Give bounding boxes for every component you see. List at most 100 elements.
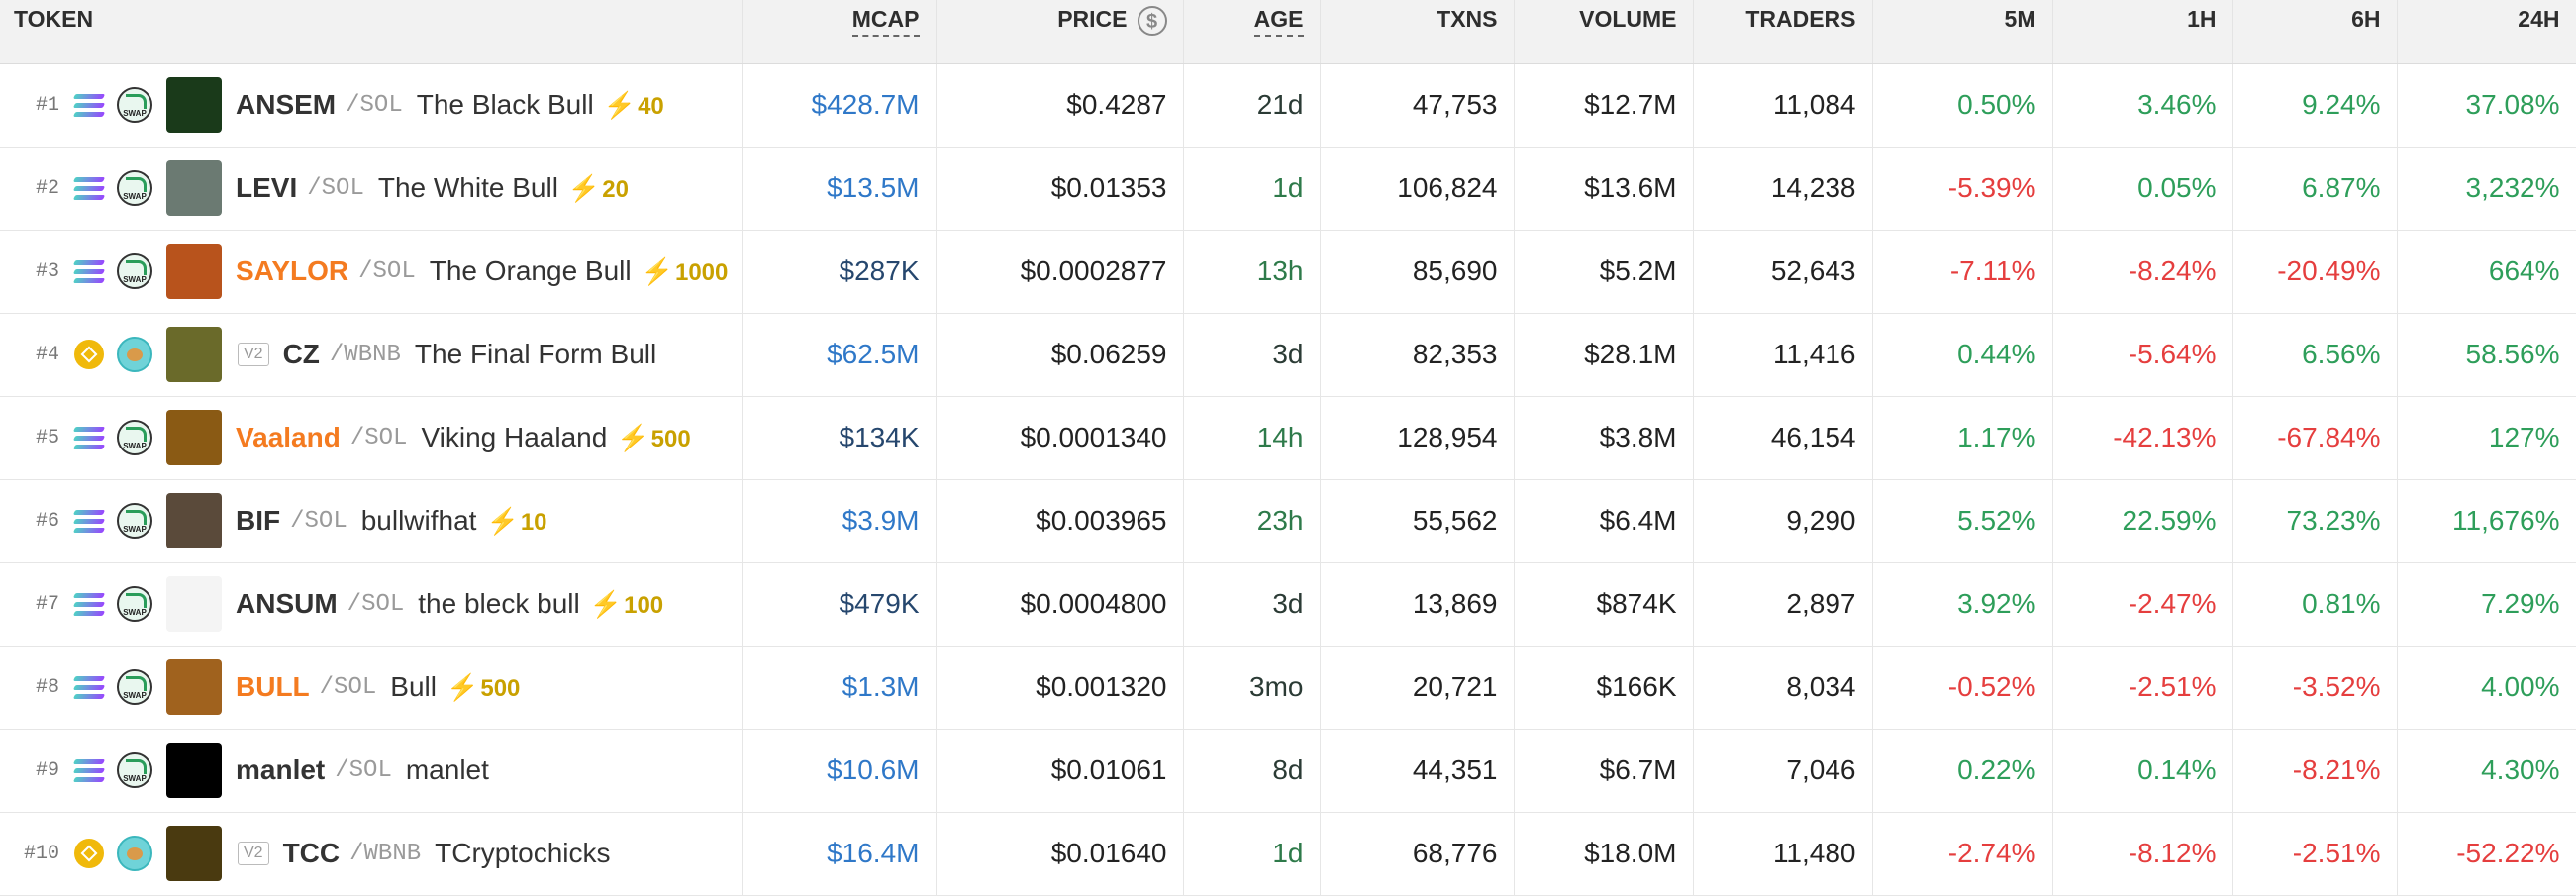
age-value: 13h — [1183, 230, 1321, 314]
token-table: TOKEN MCAP PRICE $ AGE TXNS VOLUME TRADER… — [0, 0, 2576, 896]
token-cell[interactable]: #8 SWAP BULL/SOL Bull ⚡500 — [0, 646, 743, 730]
txns-value: 68,776 — [1320, 812, 1515, 896]
table-row[interactable]: #10 V2 TCC/WBNB TCryptochicks $16.4M $0.01640… — [0, 812, 2576, 896]
rank-label: #2 — [35, 176, 59, 200]
table-row[interactable]: #2 SWAP LEVI/SOL The White Bull ⚡20 $13.5M $0.… — [0, 147, 2576, 231]
token-symbol: manlet — [236, 754, 326, 785]
usd-circle-icon[interactable]: $ — [1137, 6, 1167, 36]
mcap-value[interactable]: $479K — [742, 562, 937, 647]
boost-badge: ⚡500 — [446, 671, 521, 702]
column-header-token[interactable]: TOKEN — [0, 0, 743, 64]
txns-value: 55,562 — [1320, 479, 1515, 563]
boost-badge: ⚡40 — [603, 89, 664, 120]
swap-dex-icon: SWAP — [117, 752, 152, 788]
mcap-value[interactable]: $3.9M — [742, 479, 937, 563]
column-header-5m[interactable]: 5M — [1872, 0, 2053, 64]
table-row[interactable]: #5 SWAP Vaaland/SOL Viking Haaland ⚡500 $134K… — [0, 396, 2576, 480]
mcap-value[interactable]: $287K — [742, 230, 937, 314]
token-cell[interactable]: #9 SWAP manlet/SOL manlet — [0, 729, 743, 813]
change-24h-value: 11,676% — [2397, 479, 2576, 563]
traders-value: 46,154 — [1693, 396, 1873, 480]
token-avatar — [166, 493, 222, 548]
token-cell[interactable]: #3 SWAP SAYLOR/SOL The Orange Bull ⚡1000 — [0, 230, 743, 314]
token-symbol: SAYLOR — [236, 255, 349, 286]
token-name: Viking Haaland — [421, 422, 608, 452]
table-row[interactable]: #8 SWAP BULL/SOL Bull ⚡500 $1.3M $0.001320 3mo 2… — [0, 646, 2576, 730]
solana-chain-icon — [71, 503, 107, 539]
token-avatar — [166, 77, 222, 133]
change-6h-value: 6.87% — [2232, 147, 2398, 231]
token-name: The Final Form Bull — [414, 339, 657, 369]
token-cell[interactable]: #4 V2 CZ/WBNB The Final Form Bull — [0, 313, 743, 397]
lightning-bolt-icon: ⚡ — [603, 89, 637, 120]
price-value: $0.0001340 — [936, 396, 1184, 480]
change-6h-value: -8.21% — [2232, 729, 2398, 813]
txns-value: 82,353 — [1320, 313, 1515, 397]
quote-pair: /SOL — [358, 257, 416, 285]
traders-value: 11,084 — [1693, 63, 1873, 148]
table-row[interactable]: #7 SWAP ANSUM/SOL the bleck bull ⚡100 $479K $0… — [0, 562, 2576, 647]
change-5m-value: -0.52% — [1872, 646, 2053, 730]
token-cell[interactable]: #10 V2 TCC/WBNB TCryptochicks — [0, 812, 743, 896]
mcap-value[interactable]: $62.5M — [742, 313, 937, 397]
change-24h-value: 37.08% — [2397, 63, 2576, 148]
column-header-volume[interactable]: VOLUME — [1514, 0, 1694, 64]
table-row[interactable]: #9 SWAP manlet/SOL manlet $10.6M $0.01061 8d 44… — [0, 729, 2576, 813]
mcap-value[interactable]: $428.7M — [742, 63, 937, 148]
mcap-value[interactable]: $10.6M — [742, 729, 937, 813]
change-6h-value: -3.52% — [2232, 646, 2398, 730]
txns-value: 44,351 — [1320, 729, 1515, 813]
boost-badge: ⚡100 — [589, 588, 664, 619]
column-header-traders[interactable]: TRADERS — [1693, 0, 1873, 64]
token-name: TCryptochicks — [435, 838, 611, 868]
token-cell[interactable]: #6 SWAP BIF/SOL bullwifhat ⚡10 — [0, 479, 743, 563]
change-1h-value: 0.05% — [2052, 147, 2233, 231]
age-value: 3d — [1183, 562, 1321, 647]
traders-value: 8,034 — [1693, 646, 1873, 730]
column-header-mcap[interactable]: MCAP — [742, 0, 937, 64]
table-row[interactable]: #6 SWAP BIF/SOL bullwifhat ⚡10 $3.9M $0.003965… — [0, 479, 2576, 563]
token-cell[interactable]: #7 SWAP ANSUM/SOL the bleck bull ⚡100 — [0, 562, 743, 647]
token-cell[interactable]: #5 SWAP Vaaland/SOL Viking Haaland ⚡500 — [0, 396, 743, 480]
change-1h-value: -42.13% — [2052, 396, 2233, 480]
swap-dex-icon: SWAP — [117, 170, 152, 206]
quote-pair: /SOL — [290, 507, 347, 535]
rank-label: #4 — [35, 343, 59, 366]
change-5m-value: -5.39% — [1872, 147, 2053, 231]
column-header-price[interactable]: PRICE $ — [936, 0, 1184, 64]
token-name: The Black Bull — [416, 89, 594, 120]
change-1h-value: -8.12% — [2052, 812, 2233, 896]
token-cell[interactable]: #1 SWAP ANSEM/SOL The Black Bull ⚡40 — [0, 63, 743, 148]
quote-pair: /WBNB — [349, 840, 422, 867]
table-row[interactable]: #1 SWAP ANSEM/SOL The Black Bull ⚡40 $428.7M $… — [0, 63, 2576, 148]
token-symbol: BULL — [236, 671, 310, 702]
token-avatar — [166, 826, 222, 881]
table-row[interactable]: #3 SWAP SAYLOR/SOL The Orange Bull ⚡1000 $287… — [0, 230, 2576, 314]
mcap-value[interactable]: $1.3M — [742, 646, 937, 730]
column-header-txns[interactable]: TXNS — [1320, 0, 1515, 64]
quote-pair: /WBNB — [329, 341, 401, 368]
quote-pair: /SOL — [319, 673, 377, 701]
swap-dex-icon: SWAP — [117, 503, 152, 539]
mcap-value[interactable]: $13.5M — [742, 147, 937, 231]
lightning-bolt-icon: ⚡ — [486, 505, 519, 536]
table-header: TOKEN MCAP PRICE $ AGE TXNS VOLUME TRADER… — [0, 0, 2576, 64]
boost-badge: ⚡10 — [486, 505, 547, 536]
change-24h-value: 664% — [2397, 230, 2576, 314]
token-cell[interactable]: #2 SWAP LEVI/SOL The White Bull ⚡20 — [0, 147, 743, 231]
mcap-value[interactable]: $134K — [742, 396, 937, 480]
change-6h-value: 73.23% — [2232, 479, 2398, 563]
column-header-24h[interactable]: 24H — [2397, 0, 2576, 64]
volume-value: $18.0M — [1514, 812, 1694, 896]
mcap-value[interactable]: $16.4M — [742, 812, 937, 896]
token-avatar — [166, 743, 222, 798]
lightning-bolt-icon: ⚡ — [446, 671, 479, 702]
column-header-age[interactable]: AGE — [1183, 0, 1321, 64]
change-1h-value: 0.14% — [2052, 729, 2233, 813]
column-header-1h[interactable]: 1H — [2052, 0, 2233, 64]
volume-value: $874K — [1514, 562, 1694, 647]
token-name: The Orange Bull — [429, 255, 632, 286]
traders-value: 11,416 — [1693, 313, 1873, 397]
column-header-6h[interactable]: 6H — [2232, 0, 2398, 64]
table-row[interactable]: #4 V2 CZ/WBNB The Final Form Bull $62.5M $0.0… — [0, 313, 2576, 397]
